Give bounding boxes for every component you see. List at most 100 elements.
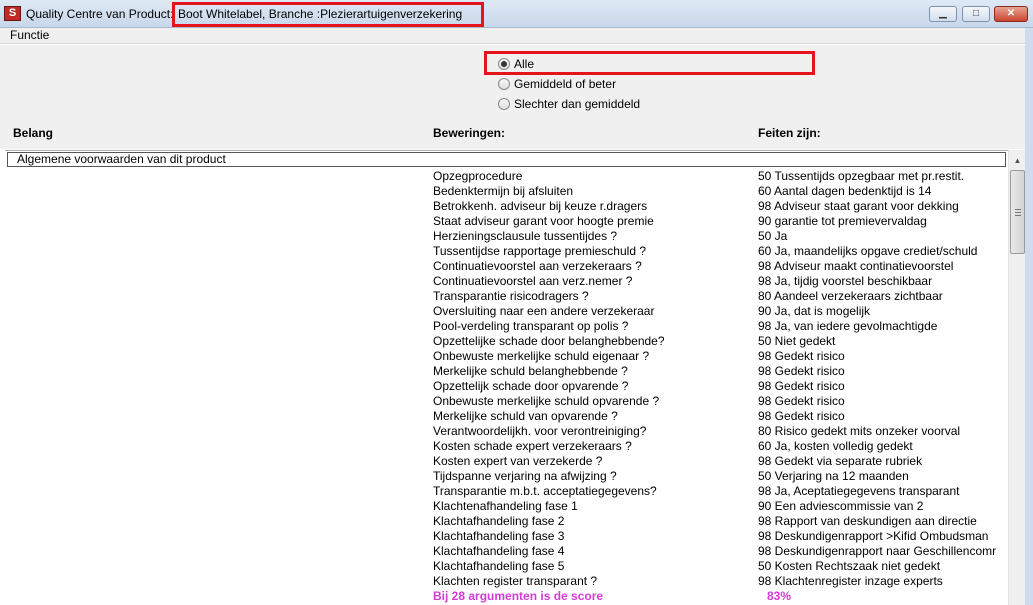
- window-title: Quality Centre van Product:: [26, 7, 174, 21]
- minimize-button[interactable]: ▁: [929, 6, 957, 22]
- claim-text: Kosten expert van verzekerde ?: [433, 454, 603, 468]
- fact-text: 90 garantie tot premievervaldag: [758, 214, 927, 228]
- claim-text: Continuatievoorstel aan verz.nemer ?: [433, 274, 633, 288]
- column-header-feiten: Feiten zijn:: [758, 126, 821, 140]
- title-bar: S Quality Centre van Product: Boot White…: [0, 0, 1033, 28]
- menu-functie[interactable]: Functie: [10, 28, 49, 42]
- list-item[interactable]: Klachtafhandeling fase 3 98 Deskundigenra…: [5, 529, 1008, 544]
- radio-slechter-dan-gemiddeld[interactable]: Slechter dan gemiddeld: [498, 96, 640, 112]
- claim-text: Merkelijke schuld belanghebbende ?: [433, 364, 628, 378]
- fact-text: 98 Ja, tijdig voorstel beschikbaar: [758, 274, 933, 288]
- claim-text: Staat adviseur garant voor hoogte premie: [433, 214, 654, 228]
- list-item[interactable]: Oversluiting naar een andere verzekeraar…: [5, 304, 1008, 319]
- score-label: Bij 28 argumenten is de score: [433, 589, 604, 603]
- radio-unchecked-icon[interactable]: [498, 78, 510, 90]
- claim-text: Klachten register transparant ?: [433, 574, 598, 588]
- list-item[interactable]: Merkelijke schuld belanghebbende ? 98 Ged…: [5, 364, 1008, 379]
- claim-text: Opzettelijk schade door opvarende ?: [433, 379, 629, 393]
- scroll-thumb[interactable]: [1010, 170, 1025, 254]
- claim-text: Transparantie risicodragers ?: [433, 289, 589, 303]
- claim-text: Klachtafhandeling fase 2: [433, 514, 565, 528]
- list-item[interactable]: Klachten register transparant ? 98 Klacht…: [5, 574, 1008, 589]
- fact-text: 98 Gedekt risico: [758, 349, 845, 363]
- list-item[interactable]: Continuatievoorstel aan verz.nemer ? 98 J…: [5, 274, 1008, 289]
- claim-text: Onbewuste merkelijke schuld eigenaar ?: [433, 349, 650, 363]
- maximize-button[interactable]: □: [962, 6, 990, 22]
- radio-label-slechter: Slechter dan gemiddeld: [514, 97, 641, 111]
- claim-text: Tijdspanne verjaring na afwijzing ?: [433, 469, 617, 483]
- menu-bar: Functie: [0, 28, 1033, 44]
- list-item[interactable]: Opzegprocedure 50 Tussentijds opzegbaar m…: [5, 169, 1008, 184]
- fact-text: 98 Gedekt risico: [758, 409, 845, 423]
- claim-text: Onbewuste merkelijke schuld opvarende ?: [433, 394, 660, 408]
- list-item[interactable]: Pool-verdeling transparant op polis ? 98 …: [5, 319, 1008, 334]
- list-item[interactable]: Klachtafhandeling fase 5 50 Kosten Rechts…: [5, 559, 1008, 574]
- fact-text: 60 Aantal dagen bedenktijd is 14: [758, 184, 932, 198]
- list-item[interactable]: Transparantie risicodragers ? 80 Aandeel …: [5, 289, 1008, 304]
- claim-text: Kosten schade expert verzekeraars ?: [433, 439, 632, 453]
- list-item[interactable]: Tussentijdse rapportage premieschuld ? 60…: [5, 244, 1008, 259]
- app-logo-icon[interactable]: S: [4, 6, 21, 21]
- radio-gemiddeld-of-beter[interactable]: Gemiddeld of beter: [498, 76, 616, 92]
- claim-text: Opzettelijke schade door belanghebbende?: [433, 334, 665, 348]
- list-item[interactable]: Opzettelijke schade door belanghebbende?…: [5, 334, 1008, 349]
- fact-text: 50 Niet gedekt: [758, 334, 836, 348]
- claim-text: Opzegprocedure: [433, 169, 523, 183]
- vertical-scrollbar[interactable]: ▲: [1008, 150, 1025, 605]
- fact-text: 90 Een adviescommissie van 2: [758, 499, 924, 513]
- scroll-up-icon[interactable]: ▲: [1009, 152, 1026, 169]
- list-item[interactable]: Onbewuste merkelijke schuld opvarende ? 9…: [5, 394, 1008, 409]
- score-row: Bij 28 argumenten is de score 83%: [5, 589, 1008, 604]
- argument-list[interactable]: Algemene voorwaarden van dit product Opz…: [5, 150, 1008, 605]
- fact-text: 50 Ja: [758, 229, 788, 243]
- list-item[interactable]: Staat adviseur garant voor hoogte premie…: [5, 214, 1008, 229]
- list-item[interactable]: Kosten schade expert verzekeraars ? 60 Ja…: [5, 439, 1008, 454]
- radio-label-gemiddeld: Gemiddeld of beter: [514, 77, 617, 91]
- fact-text: 98 Gedekt risico: [758, 379, 845, 393]
- fact-text: 50 Verjaring na 12 maanden: [758, 469, 909, 483]
- claim-text: Bedenktermijn bij afsluiten: [433, 184, 574, 198]
- claim-text: Klachtenafhandeling fase 1: [433, 499, 578, 513]
- score-value: 83%: [767, 589, 792, 603]
- window-frame-edge: [1025, 28, 1033, 605]
- list-item[interactable]: Herzieningsclausule tussentijdes ? 50 Ja: [5, 229, 1008, 244]
- list-item[interactable]: Merkelijke schuld van opvarende ? 98 Gede…: [5, 409, 1008, 424]
- fact-text: 90 Ja, dat is mogelijk: [758, 304, 871, 318]
- title-highlight-box: [172, 2, 484, 27]
- list-item[interactable]: Bedenktermijn bij afsluiten 60 Aantal dag…: [5, 184, 1008, 199]
- fact-text: 98 Adviseur staat garant voor dekking: [758, 199, 959, 213]
- fact-text: 98 Gedekt risico: [758, 364, 845, 378]
- fact-text: 98 Deskundigenrapport >Kifid Ombudsman: [758, 529, 989, 543]
- claim-text: Herzieningsclausule tussentijdes ?: [433, 229, 618, 243]
- fact-text: 98 Ja, van iedere gevolmachtigde: [758, 319, 938, 333]
- group-header[interactable]: Algemene voorwaarden van dit product: [7, 152, 1006, 167]
- column-header-beweringen: Beweringen:: [433, 126, 506, 140]
- alle-highlight-box: [484, 51, 815, 75]
- fact-text: 50 Kosten Rechtszaak niet gedekt: [758, 559, 941, 573]
- list-item[interactable]: Onbewuste merkelijke schuld eigenaar ? 98…: [5, 349, 1008, 364]
- list-item[interactable]: Transparantie m.b.t. acceptatiegegevens?…: [5, 484, 1008, 499]
- list-item[interactable]: Kosten expert van verzekerde ? 98 Gedekt …: [5, 454, 1008, 469]
- fact-text: 80 Aandeel verzekeraars zichtbaar: [758, 289, 943, 303]
- fact-text: 98 Deskundigenrapport naar Geschillencom…: [758, 544, 997, 558]
- claim-text: Transparantie m.b.t. acceptatiegegevens?: [433, 484, 657, 498]
- claim-text: Pool-verdeling transparant op polis ?: [433, 319, 629, 333]
- list-item[interactable]: Betrokkenh. adviseur bij keuze r.dragers…: [5, 199, 1008, 214]
- fact-text: 98 Adviseur maakt continatievoorstel: [758, 259, 954, 273]
- list-item[interactable]: Verantwoordelijkh. voor verontreiniging?…: [5, 424, 1008, 439]
- claim-text: Merkelijke schuld van opvarende ?: [433, 409, 618, 423]
- fact-text: 60 Ja, kosten volledig gedekt: [758, 439, 913, 453]
- claim-text: Klachtafhandeling fase 5: [433, 559, 565, 573]
- list-item[interactable]: Klachtafhandeling fase 2 98 Rapport van d…: [5, 514, 1008, 529]
- list-item[interactable]: Klachtenafhandeling fase 1 90 Een adviesc…: [5, 499, 1008, 514]
- fact-text: 98 Gedekt risico: [758, 394, 845, 408]
- list-item[interactable]: Tijdspanne verjaring na afwijzing ? 50 Ve…: [5, 469, 1008, 484]
- list-item[interactable]: Klachtafhandeling fase 4 98 Deskundigenra…: [5, 544, 1008, 559]
- list-item[interactable]: Opzettelijk schade door opvarende ? 98 Ge…: [5, 379, 1008, 394]
- claim-text: Verantwoordelijkh. voor verontreiniging?: [433, 424, 647, 438]
- radio-unchecked-icon[interactable]: [498, 98, 510, 110]
- claim-text: Klachtafhandeling fase 3: [433, 529, 565, 543]
- list-item[interactable]: Continuatievoorstel aan verzekeraars ? 98…: [5, 259, 1008, 274]
- close-button[interactable]: ✕: [994, 6, 1028, 22]
- claim-text: Tussentijdse rapportage premieschuld ?: [433, 244, 647, 258]
